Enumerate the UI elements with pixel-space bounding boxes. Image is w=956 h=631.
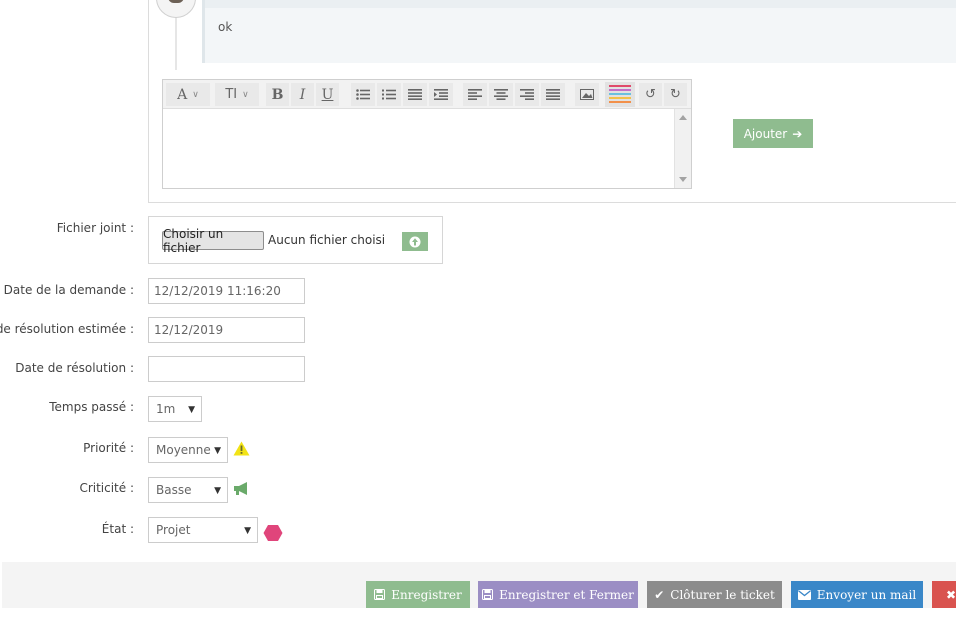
floppy-disk-icon [482,589,494,600]
undo-button[interactable]: ↺ [639,83,662,106]
user-avatar [156,0,196,18]
numbered-list-icon [382,89,396,100]
resolution-date-field[interactable] [148,356,305,382]
insert-image-button[interactable] [575,83,599,106]
state-select[interactable]: Projet ▼ [148,517,258,543]
bullet-list-button[interactable] [351,83,375,106]
select-arrow-icon: ▼ [244,526,251,536]
criticity-label: Criticité : [79,481,134,495]
font-style-button[interactable]: A ∨ [166,83,210,106]
select-arrow-icon: ▼ [188,405,195,415]
save-button[interactable]: Enregistrer [366,581,470,608]
align-center-icon [494,89,508,100]
editor-toolbar: A ∨ TI ∨ B I U ↺ ↻ [163,80,691,109]
comment-box: ok [202,0,956,63]
indent-button[interactable] [429,83,453,106]
bullet-list-icon [356,89,370,100]
numbered-list-button[interactable] [377,83,401,106]
bold-button[interactable]: B [266,83,289,106]
outdent-button[interactable] [403,83,427,106]
request-date-label: Date de la demande : [3,283,134,297]
state-label: État : [101,522,134,536]
editor-scrollbar[interactable] [674,109,691,188]
color-palette-icon [609,84,631,103]
justify-button[interactable] [541,83,565,106]
priority-select[interactable]: Moyenne ▼ [148,437,228,463]
close-icon: ✖ [946,587,956,602]
attachment-box: Choisir un fichier Aucun fichier choisi [148,216,443,264]
font-size-button[interactable]: TI ∨ [215,83,259,106]
align-left-button[interactable] [463,83,487,106]
align-right-button[interactable] [515,83,539,106]
image-icon [580,89,594,100]
align-center-button[interactable] [489,83,513,106]
warning-icon [233,441,250,456]
chevron-down-icon: ∨ [242,89,249,100]
save-and-close-button[interactable]: Enregistrer et Fermer [478,581,638,608]
redo-icon: ↻ [670,87,681,102]
justify-icon [546,89,560,100]
scroll-down-icon[interactable] [679,177,687,182]
check-icon: ✔ [654,587,665,602]
estimated-resolution-date-field[interactable]: 12/12/2019 [148,317,305,343]
comment-text: ok [218,20,233,34]
floppy-disk-icon [374,589,386,600]
align-left-icon [468,89,482,100]
indent-icon [434,89,448,100]
close-ticket-button[interactable]: ✔ Clôturer le ticket [647,581,782,608]
request-date-field[interactable]: 12/12/2019 11:16:20 [148,278,305,304]
underline-button[interactable]: U [316,83,339,106]
time-spent-select[interactable]: 1m ▼ [148,396,202,422]
criticity-select[interactable]: Basse ▼ [148,477,228,503]
outdent-icon [408,89,422,100]
choose-file-button[interactable]: Choisir un fichier [162,227,264,255]
upload-icon [409,236,421,247]
resolution-date-label: Date de résolution : [15,361,134,375]
attachment-label: Fichier joint : [56,221,134,235]
align-right-icon [520,89,534,100]
megaphone-icon [234,482,247,495]
estimated-resolution-date-label: de résolution estimée : [0,322,134,336]
select-arrow-icon: ▼ [214,486,221,496]
file-status: Aucun fichier choisi [268,233,386,247]
scroll-up-icon[interactable] [679,115,687,120]
arrow-right-icon: ➔ [792,126,803,141]
time-spent-label: Temps passé : [49,400,134,414]
editor-text-area[interactable] [163,109,674,188]
select-arrow-icon: ▼ [214,446,221,456]
redo-button[interactable]: ↻ [664,83,687,106]
panel-border [148,0,149,203]
upload-button[interactable] [402,232,428,251]
comment-editor: A ∨ TI ∨ B I U ↺ ↻ [162,79,692,189]
add-comment-button[interactable]: Ajouter ➔ [733,119,813,148]
panel-divider [148,202,956,203]
undo-icon: ↺ [645,87,656,102]
color-picker-button[interactable] [605,82,635,107]
italic-button[interactable]: I [291,83,314,106]
chevron-down-icon: ∨ [192,89,199,100]
hexagon-state-icon [263,525,283,541]
envelope-icon [797,589,811,600]
send-mail-button[interactable]: Envoyer un mail [791,581,923,608]
priority-label: Priorité : [83,441,134,455]
delete-button[interactable]: ✖ [932,581,956,608]
